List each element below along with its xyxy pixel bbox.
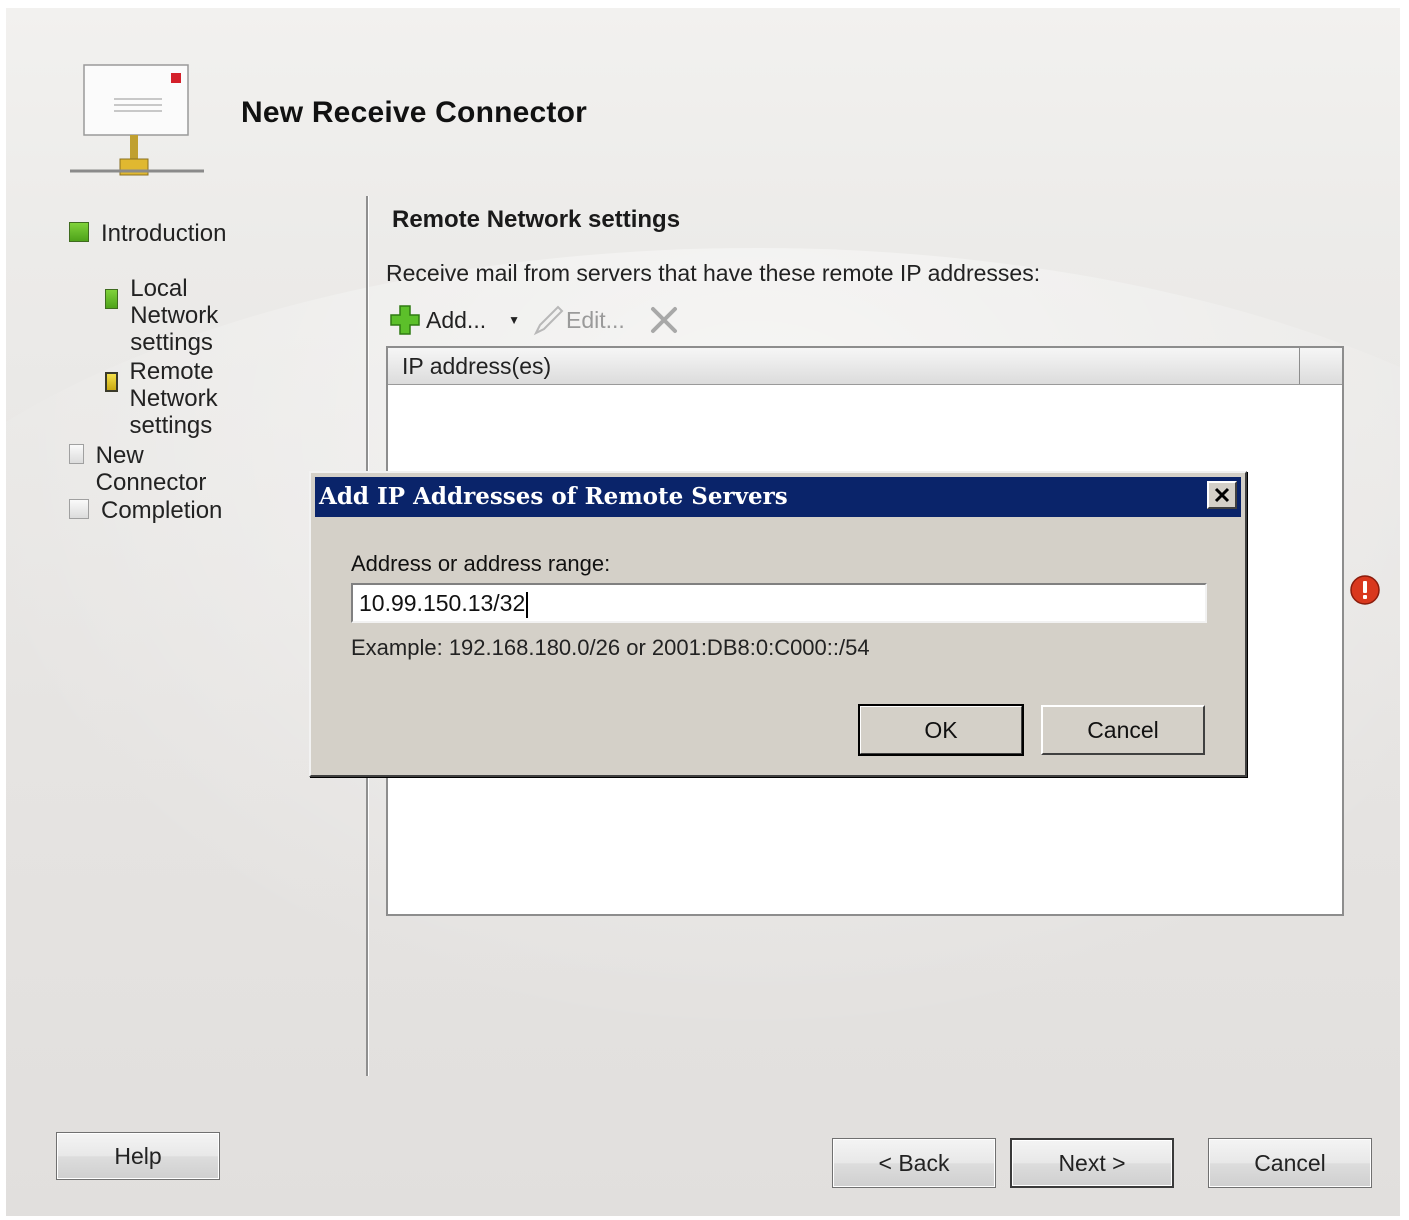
dialog-title: Add IP Addresses of Remote Servers — [319, 483, 788, 510]
add-button-label: Add... — [426, 306, 487, 333]
next-button[interactable]: Next > — [1010, 1138, 1174, 1188]
step-label: Introduction — [101, 220, 227, 247]
step-pending-icon — [69, 444, 84, 464]
dialog-ok-button[interactable]: OK — [858, 704, 1024, 756]
section-title: Remote Network settings — [392, 206, 681, 233]
add-button[interactable]: Add... — [388, 303, 486, 337]
edit-button[interactable]: Edit... — [530, 303, 625, 337]
step-remote-network-settings: Remote Network settings — [105, 358, 225, 439]
address-range-value: 10.99.150.13/32 — [359, 590, 526, 616]
plus-icon — [390, 305, 420, 335]
error-icon[interactable] — [1349, 574, 1381, 606]
step-new-connector: New Connector — [69, 442, 212, 496]
close-icon — [1214, 487, 1230, 503]
step-label: Local Network — [130, 275, 219, 329]
step-local-network-settings: Local Network settings — [105, 275, 225, 356]
step-label: Completion — [101, 497, 223, 524]
add-dropdown-arrow-icon[interactable]: ▼ — [508, 313, 520, 327]
address-range-label: Address or address range: — [351, 551, 611, 576]
step-label-line2: settings — [129, 412, 213, 439]
step-completion: Completion — [69, 497, 222, 524]
pencil-icon — [533, 305, 564, 336]
wizard-title: New Receive Connector — [241, 96, 587, 129]
remove-x-icon[interactable] — [647, 303, 681, 337]
step-pending-icon — [69, 499, 89, 519]
step-label: New Connector — [95, 442, 207, 496]
help-button[interactable]: Help — [56, 1132, 220, 1180]
list-header: IP address(es) — [388, 348, 1342, 385]
address-range-input[interactable]: 10.99.150.13/32 — [351, 583, 1207, 623]
cancel-button[interactable]: Cancel — [1208, 1138, 1372, 1188]
column-header-ip-addresses[interactable]: IP address(es) — [388, 348, 1300, 384]
back-button[interactable]: < Back — [832, 1138, 996, 1188]
step-label: Remote Network — [129, 358, 218, 412]
dialog-cancel-button[interactable]: Cancel — [1041, 705, 1205, 755]
step-done-icon — [105, 289, 119, 309]
step-label-line2: settings — [130, 329, 213, 356]
add-ip-addresses-dialog: Add IP Addresses of Remote Servers Addre… — [309, 471, 1247, 777]
section-description: Receive mail from servers that have thes… — [386, 260, 1041, 286]
step-done-icon — [69, 222, 89, 242]
connector-logo-icon — [70, 64, 204, 176]
column-header-filler — [1300, 348, 1342, 384]
dialog-close-button[interactable] — [1207, 481, 1237, 509]
address-example-text: Example: 192.168.180.0/26 or 2001:DB8:0:… — [351, 635, 870, 660]
ip-list-toolbar: Add... ▼ Edit... — [388, 300, 681, 340]
edit-button-label: Edit... — [566, 306, 625, 333]
text-caret — [526, 591, 529, 618]
dialog-title-bar[interactable]: Add IP Addresses of Remote Servers — [315, 477, 1241, 517]
step-introduction: Introduction — [69, 220, 226, 247]
step-current-icon — [105, 372, 118, 392]
